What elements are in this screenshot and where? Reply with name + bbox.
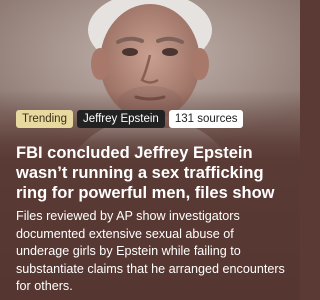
story-summary: Files reviewed by AP show investigators … <box>16 209 285 293</box>
story-tags: Trending Jeffrey Epstein 131 sources <box>16 110 244 128</box>
news-story-card[interactable]: Trending Jeffrey Epstein 131 sources FBI… <box>0 0 300 300</box>
story-headline[interactable]: FBI concluded Jeffrey Epstein wasn’t run… <box>16 143 286 203</box>
topic-tag-jeffrey-epstein[interactable]: Jeffrey Epstein <box>76 110 165 128</box>
sources-count-badge[interactable]: 131 sources <box>168 110 244 128</box>
story-photo <box>0 0 300 160</box>
trending-badge[interactable]: Trending <box>16 110 73 128</box>
